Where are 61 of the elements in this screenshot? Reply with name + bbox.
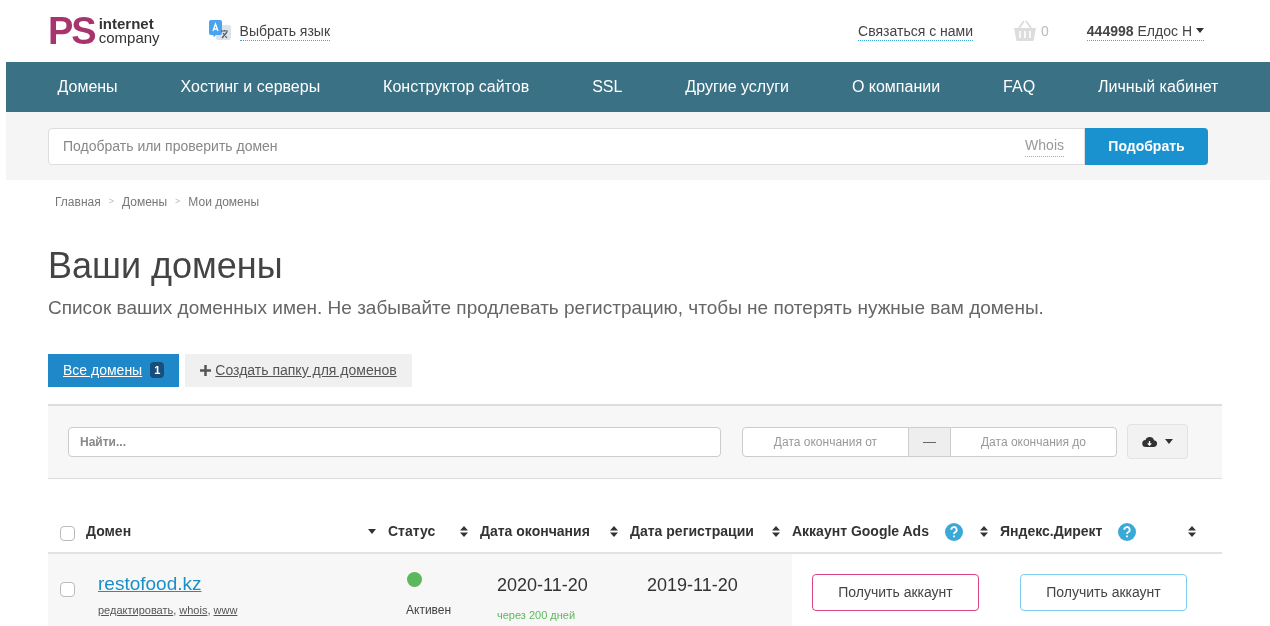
help-icon[interactable]: [1118, 522, 1137, 541]
sort-icon[interactable]: [460, 526, 468, 537]
tab[interactable]: Создать папку для доменов: [185, 353, 412, 387]
nav-item[interactable]: Домены: [57, 75, 118, 99]
breadcrumb-separator: >: [108, 195, 114, 209]
column-header[interactable]: Статус: [388, 521, 436, 542]
date-to-field[interactable]: Дата окончания до: [950, 426, 1117, 457]
nav-item[interactable]: Хостинг и серверы: [180, 75, 321, 99]
status-text: Активен: [406, 601, 452, 619]
cart-count: 0: [1041, 21, 1049, 41]
column-header[interactable]: Яндекс.Директ: [1000, 521, 1103, 542]
caret-down-icon[interactable]: [368, 529, 376, 534]
contact-link[interactable]: Связаться с нами: [858, 21, 973, 41]
nav-item[interactable]: FAQ: [1003, 75, 1036, 99]
account-menu[interactable]: 444998 Елдос Н: [1086, 21, 1204, 41]
expiry-date: 2020-11-20: [497, 573, 588, 597]
date-separator: —: [909, 426, 950, 457]
days-left: через 200 дней: [497, 607, 576, 623]
translate-icon[interactable]: [207, 19, 232, 43]
nav-item[interactable]: Личный кабинет: [1098, 75, 1219, 99]
breadcrumb-link[interactable]: Мои домены: [188, 193, 260, 211]
logo-mark[interactable]: PS: [48, 12, 95, 50]
sort-icon[interactable]: [980, 526, 988, 537]
nav-item[interactable]: Другие услуги: [685, 75, 789, 99]
domain-action-link[interactable]: www: [213, 604, 238, 616]
column-header[interactable]: Домен: [86, 521, 132, 542]
help-icon[interactable]: [944, 522, 963, 541]
checkbox[interactable]: [60, 526, 75, 541]
download-button[interactable]: [1127, 424, 1188, 459]
caret-down-icon: [1196, 28, 1204, 33]
count-badge: 1: [150, 361, 165, 379]
date-from-field[interactable]: Дата окончания от: [742, 426, 909, 457]
breadcrumb-separator: >: [175, 195, 181, 209]
language-link[interactable]: Выбрать язык: [239, 21, 331, 41]
caret-down-icon: [1165, 439, 1173, 444]
nav-item[interactable]: О компании: [851, 75, 941, 99]
registration-date: 2019-11-20: [647, 574, 738, 595]
find-field[interactable]: Найти...: [68, 426, 721, 457]
link-separator: ,: [173, 604, 177, 616]
plus-icon: [200, 364, 212, 376]
tab[interactable]: Все домены 1: [48, 353, 180, 387]
get-account-button[interactable]: Получить аккаунт: [812, 573, 979, 611]
breadcrumb-link[interactable]: Домены: [121, 193, 168, 211]
breadcrumb-link[interactable]: Главная: [55, 193, 101, 211]
get-account-button[interactable]: Получить аккаунт: [1020, 573, 1187, 611]
sort-icon[interactable]: [772, 526, 780, 537]
search-button[interactable]: Подобрать: [1085, 127, 1208, 165]
logo-text: company: [98, 31, 160, 45]
nav-item[interactable]: SSL: [592, 75, 623, 99]
page-subtitle: Список ваших доменных имен. Не забывайте продлевать регистрацию, чтобы не потерять нужные вам домены.: [48, 296, 1045, 320]
column-header[interactable]: Дата регистрации: [630, 521, 754, 542]
column-header[interactable]: Дата окончания: [480, 521, 590, 542]
sort-icon[interactable]: [1188, 526, 1196, 537]
checkbox[interactable]: [60, 581, 75, 597]
nav-item[interactable]: Конструктор сайтов: [383, 75, 530, 99]
cloud-download-icon: [1142, 435, 1157, 448]
logo-text: internet: [98, 17, 155, 31]
page-title: Ваши домены: [48, 244, 284, 288]
column-header[interactable]: Аккаунт Google Ads: [792, 521, 929, 542]
link-separator: ,: [207, 604, 211, 616]
sort-icon[interactable]: [610, 526, 618, 537]
